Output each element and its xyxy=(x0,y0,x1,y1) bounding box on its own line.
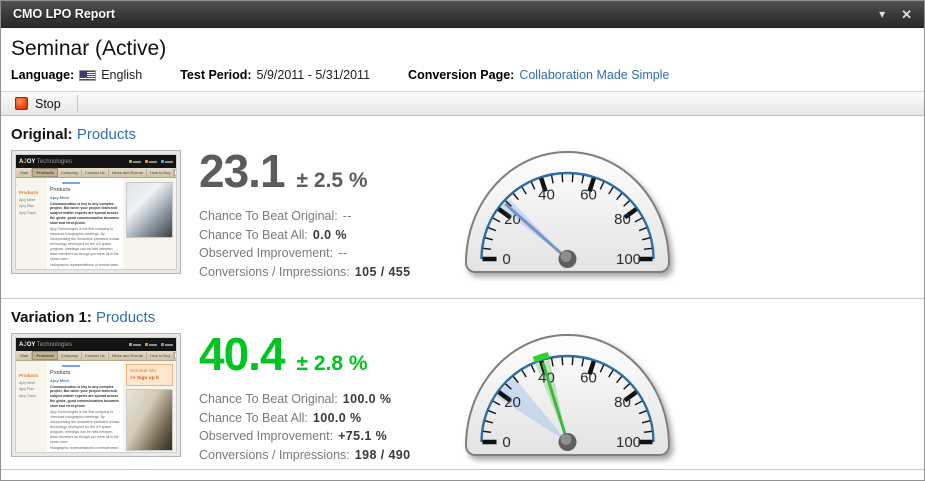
mini-sitemap-link xyxy=(161,160,173,163)
conversion-rate-margin: ± 2.8 % xyxy=(297,352,368,376)
gauge-original: 020406080100 xyxy=(465,151,670,273)
toolbar-separator xyxy=(77,95,78,112)
conversion-rate-margin: ± 2.5 % xyxy=(297,169,368,193)
collapse-icon[interactable]: ▾ xyxy=(879,8,885,20)
mini-tab: Contact Us xyxy=(82,352,109,359)
mini-tab: How to Buy xyxy=(147,169,174,176)
svg-text:80: 80 xyxy=(614,394,631,411)
conversion-rate: 23.1 xyxy=(199,148,285,194)
mini-header-links xyxy=(129,343,173,346)
section-original: Original: Products AJOY Technologies xyxy=(1,116,924,299)
us-flag-icon xyxy=(79,70,96,81)
mini-sidebar: Products Ajoy Meet Ajoy Plan Ajoy Track xyxy=(16,178,44,270)
mini-site-header: AJOY Technologies xyxy=(16,155,176,168)
thumbnail-variation-1[interactable]: AJOY Technologies Start Products Company… xyxy=(11,333,181,457)
variant-page-link[interactable]: Products xyxy=(96,309,155,326)
conversion-page-label: Conversion Page: xyxy=(408,68,514,82)
test-meta: Language: English Test Period: 5/9/2011 … xyxy=(11,68,912,82)
mini-tab: Company xyxy=(58,169,82,176)
mini-login-link xyxy=(129,160,141,163)
title-bar[interactable]: CMO LPO Report ▾ ✕ xyxy=(1,1,924,28)
svg-text:60: 60 xyxy=(580,369,597,386)
mini-feeds-link xyxy=(145,160,157,163)
conversion-rate: 40.4 xyxy=(199,331,285,377)
svg-text:60: 60 xyxy=(580,186,597,203)
mini-breadcrumb xyxy=(62,365,80,367)
mini-tab: Start xyxy=(17,352,32,359)
mini-tab: News and Events xyxy=(109,169,147,176)
svg-text:100: 100 xyxy=(616,434,641,451)
mini-tab: Start xyxy=(17,169,32,176)
language-value: English xyxy=(101,68,142,82)
mini-site-logo: AJOY Technologies xyxy=(19,342,72,348)
mini-seminar-banner: Seminar Ma >> Sign up h xyxy=(126,364,173,386)
section-variation-heading: Variation 1: Products xyxy=(11,309,914,326)
mini-sitemap-link xyxy=(161,343,173,346)
mini-content: Products Ajoy Meet Communication is key … xyxy=(47,361,123,453)
section-variation-1: Variation 1: Products AJOY Technologies xyxy=(1,299,924,470)
test-period-value: 5/9/2011 - 5/31/2011 xyxy=(257,68,371,82)
thumbnail-photo-people xyxy=(126,182,173,238)
mini-tab: Company xyxy=(58,352,82,359)
mini-breadcrumb xyxy=(62,182,80,184)
svg-text:100: 100 xyxy=(616,251,641,268)
mini-header-links xyxy=(129,160,173,163)
mini-site-logo: AJOY Technologies xyxy=(19,159,72,165)
thumbnail-original[interactable]: AJOY Technologies Start Products Company… xyxy=(11,150,181,274)
test-period-label: Test Period: xyxy=(180,68,251,82)
stop-button-label: Stop xyxy=(35,97,61,111)
window-title: CMO LPO Report xyxy=(13,7,115,21)
close-icon[interactable]: ✕ xyxy=(901,8,912,21)
mini-tab: News and Events xyxy=(109,352,147,359)
stop-icon xyxy=(15,97,28,110)
mini-search-box: Search here xyxy=(174,169,177,176)
language-label: Language: xyxy=(11,68,74,82)
gauge-variation-1: 020406080100 xyxy=(465,334,670,456)
conversion-page-link[interactable]: Collaboration Made Simple xyxy=(519,68,669,82)
mini-feeds-link xyxy=(145,343,157,346)
toolbar: Stop xyxy=(1,92,924,116)
svg-text:0: 0 xyxy=(502,251,510,268)
variant-name: Variation 1: xyxy=(11,309,92,326)
stat-row: Conversions / Impressions:198 / 490 xyxy=(199,446,451,465)
mini-content: Products Ajoy Meet Communication is key … xyxy=(47,178,123,270)
stat-row: Chance To Beat Original:100.0 % xyxy=(199,390,451,409)
mini-site-header: AJOY Technologies xyxy=(16,338,176,351)
stat-row: Observed Improvement:+75.1 % xyxy=(199,427,451,446)
stat-row: Chance To Beat Original:-- xyxy=(199,207,451,226)
mini-search-box: Search here xyxy=(174,352,177,359)
stop-button[interactable]: Stop xyxy=(9,95,67,113)
mini-tab-active: Products xyxy=(32,168,57,177)
app-window: CMO LPO Report ▾ ✕ Seminar (Active) Lang… xyxy=(0,0,925,481)
report-header: Seminar (Active) Language: English Test … xyxy=(1,28,924,92)
mini-tab: Contact Us xyxy=(82,169,109,176)
section-original-heading: Original: Products xyxy=(11,126,914,143)
mini-sidebar: Products Ajoy Meet Ajoy Plan Ajoy Track xyxy=(16,361,44,453)
stat-row: Conversions / Impressions:105 / 455 xyxy=(199,263,451,282)
variant-page-link[interactable]: Products xyxy=(77,126,136,143)
stat-row: Observed Improvement:-- xyxy=(199,244,451,263)
svg-text:80: 80 xyxy=(614,211,631,228)
test-period-group: Test Period: 5/9/2011 - 5/31/2011 xyxy=(180,68,370,82)
mini-tab-active: Products xyxy=(32,351,57,360)
mini-tab: How to Buy xyxy=(147,352,174,359)
stat-row: Chance To Beat All:0.0 % xyxy=(199,226,451,245)
language-group: Language: English xyxy=(11,68,142,82)
thumbnail-photo-desk xyxy=(126,389,173,451)
mini-nav-bar: Start Products Company Contact Us News a… xyxy=(16,351,176,361)
svg-text:40: 40 xyxy=(538,186,555,203)
conversion-page-group: Conversion Page: Collaboration Made Simp… xyxy=(408,68,669,82)
variant-name: Original: xyxy=(11,126,73,143)
test-name: Seminar (Active) xyxy=(11,37,912,61)
mini-login-link xyxy=(129,343,141,346)
mini-nav-bar: Start Products Company Contact Us News a… xyxy=(16,168,176,178)
stat-row: Chance To Beat All:100.0 % xyxy=(199,409,451,428)
svg-text:0: 0 xyxy=(502,434,510,451)
svg-text:20: 20 xyxy=(504,394,521,411)
